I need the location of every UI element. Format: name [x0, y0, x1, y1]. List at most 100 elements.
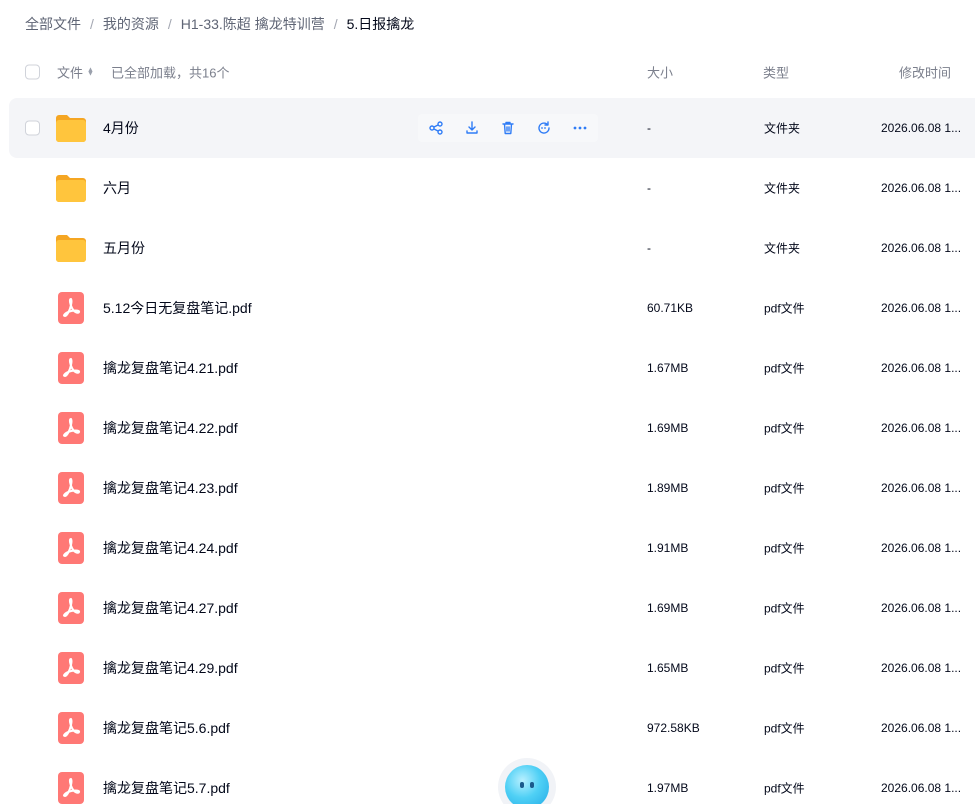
- file-size: 60.71KB: [647, 301, 694, 315]
- pdf-icon: [54, 292, 88, 324]
- file-count-label: 已全部加载，共16个: [111, 65, 230, 81]
- table-row[interactable]: 擒龙复盘笔记4.21.pdf 1.67MB pdf文件 2026.06.08 1...: [0, 338, 975, 398]
- breadcrumb: 全部文件 / 我的资源 / H1-33.陈超 擒龙特训营 / 5.日报擒龙: [25, 14, 414, 34]
- file-name[interactable]: 擒龙复盘笔记4.24.pdf: [103, 538, 238, 558]
- file-type: pdf文件: [764, 781, 805, 796]
- pdf-icon: [54, 712, 88, 744]
- column-name-header[interactable]: 文件 ▲ ▼: [57, 63, 94, 82]
- file-name[interactable]: 五月份: [103, 238, 145, 258]
- file-size: 1.67MB: [647, 361, 689, 375]
- pdf-icon: [54, 412, 88, 444]
- folder-icon: [54, 112, 88, 144]
- share-icon: [428, 120, 444, 136]
- file-modified-time: 2026.06.08 1...: [881, 601, 962, 615]
- file-type: 文件夹: [764, 181, 801, 196]
- select-all-checkbox[interactable]: [25, 64, 40, 80]
- file-list: 4月份 - 文件夹 2026.06.08 1... 六月 - 文件夹 2026.06.08 1…: [0, 98, 975, 804]
- more-button[interactable]: [566, 114, 594, 142]
- file-type: 文件夹: [764, 121, 801, 136]
- table-row[interactable]: 擒龙复盘笔记4.24.pdf 1.91MB pdf文件 2026.06.08 1...: [0, 518, 975, 578]
- file-type: pdf文件: [764, 301, 805, 316]
- file-modified-time: 2026.06.08 1...: [881, 181, 962, 195]
- file-name[interactable]: 擒龙复盘笔记4.22.pdf: [103, 418, 238, 438]
- file-name[interactable]: 擒龙复盘笔记4.23.pdf: [103, 478, 238, 498]
- file-name[interactable]: 擒龙复盘笔记5.6.pdf: [103, 718, 230, 738]
- file-modified-time: 2026.06.08 1...: [881, 781, 962, 795]
- file-size: -: [647, 181, 651, 195]
- folder-icon: [54, 172, 88, 204]
- file-type: pdf文件: [764, 361, 805, 376]
- file-size: -: [647, 241, 651, 255]
- file-size: 1.69MB: [647, 601, 689, 615]
- pdf-icon: [54, 652, 88, 684]
- table-row[interactable]: 五月份 - 文件夹 2026.06.08 1...: [0, 218, 975, 278]
- table-row[interactable]: 六月 - 文件夹 2026.06.08 1...: [0, 158, 975, 218]
- table-row[interactable]: 4月份 - 文件夹 2026.06.08 1...: [9, 98, 975, 158]
- pdf-icon: [54, 472, 88, 504]
- file-modified-time: 2026.06.08 1...: [881, 241, 962, 255]
- file-modified-time: 2026.06.08 1...: [881, 541, 962, 555]
- file-size: 1.65MB: [647, 661, 689, 675]
- file-name[interactable]: 擒龙复盘笔记4.29.pdf: [103, 658, 238, 678]
- table-row[interactable]: 擒龙复盘笔记4.27.pdf 1.69MB pdf文件 2026.06.08 1...: [0, 578, 975, 638]
- file-name[interactable]: 4月份: [103, 118, 139, 138]
- file-modified-time: 2026.06.08 1...: [881, 361, 962, 375]
- ai-chat-button[interactable]: [530, 114, 558, 142]
- file-type: pdf文件: [764, 661, 805, 676]
- file-type: pdf文件: [764, 421, 805, 436]
- file-modified-time: 2026.06.08 1...: [881, 301, 962, 315]
- file-size: 1.89MB: [647, 481, 689, 495]
- file-modified-time: 2026.06.08 1...: [881, 121, 962, 135]
- row-checkbox[interactable]: [25, 120, 40, 136]
- table-row[interactable]: 擒龙复盘笔记4.23.pdf 1.89MB pdf文件 2026.06.08 1...: [0, 458, 975, 518]
- table-row[interactable]: 擒龙复盘笔记5.7.pdf 1.97MB pdf文件 2026.06.08 1...: [0, 758, 975, 804]
- breadcrumb-all-files[interactable]: 全部文件: [25, 14, 81, 34]
- breadcrumb-course-folder[interactable]: H1-33.陈超 擒龙特训营: [181, 14, 325, 34]
- breadcrumb-separator: /: [90, 16, 94, 32]
- table-row[interactable]: 5.12今日无复盘笔记.pdf 60.71KB pdf文件 2026.06.08 1.…: [0, 278, 975, 338]
- file-type: pdf文件: [764, 481, 805, 496]
- pdf-icon: [54, 772, 88, 804]
- download-icon: [464, 120, 480, 136]
- file-size: 972.58KB: [647, 721, 700, 735]
- file-name[interactable]: 5.12今日无复盘笔记.pdf: [103, 298, 252, 318]
- file-type: pdf文件: [764, 721, 805, 736]
- file-type: pdf文件: [764, 601, 805, 616]
- file-name[interactable]: 擒龙复盘笔记5.7.pdf: [103, 778, 230, 798]
- folder-icon: [54, 232, 88, 264]
- share-button[interactable]: [422, 114, 450, 142]
- file-name[interactable]: 擒龙复盘笔记4.27.pdf: [103, 598, 238, 618]
- table-row[interactable]: 擒龙复盘笔记4.22.pdf 1.69MB pdf文件 2026.06.08 1...: [0, 398, 975, 458]
- download-button[interactable]: [458, 114, 486, 142]
- file-modified-time: 2026.06.08 1...: [881, 481, 962, 495]
- file-modified-time: 2026.06.08 1...: [881, 421, 962, 435]
- row-actions: [418, 114, 598, 142]
- column-size-header[interactable]: 大小: [647, 63, 673, 82]
- file-size: 1.91MB: [647, 541, 689, 555]
- ai-chat-icon: [536, 120, 552, 136]
- breadcrumb-separator: /: [167, 16, 172, 32]
- column-time-header[interactable]: 修改时间: [899, 63, 951, 82]
- more-icon: [572, 120, 588, 136]
- sort-icon[interactable]: ▲ ▼: [87, 66, 94, 77]
- file-name[interactable]: 六月: [103, 178, 131, 198]
- assistant-mascot-icon: [505, 765, 549, 804]
- file-type: pdf文件: [764, 541, 805, 556]
- delete-button[interactable]: [494, 114, 522, 142]
- breadcrumb-my-resources[interactable]: 我的资源: [103, 14, 159, 34]
- file-modified-time: 2026.06.08 1...: [881, 661, 962, 675]
- file-type: 文件夹: [764, 241, 801, 256]
- column-name-label: 文件: [57, 65, 84, 81]
- file-size: 1.69MB: [647, 421, 689, 435]
- delete-icon: [500, 120, 516, 136]
- table-row[interactable]: 擒龙复盘笔记4.29.pdf 1.65MB pdf文件 2026.06.08 1...: [0, 638, 975, 698]
- table-header: 文件 ▲ ▼ 已全部加载，共16个 大小 类型 修改时间: [0, 52, 975, 92]
- breadcrumb-current: 5.日报擒龙: [346, 16, 415, 32]
- pdf-icon: [54, 532, 88, 564]
- file-name[interactable]: 擒龙复盘笔记4.21.pdf: [103, 358, 238, 378]
- column-type-header[interactable]: 类型: [763, 63, 789, 82]
- pdf-icon: [54, 592, 88, 624]
- breadcrumb-separator: /: [333, 16, 338, 32]
- table-row[interactable]: 擒龙复盘笔记5.6.pdf 972.58KB pdf文件 2026.06.08 1..…: [0, 698, 975, 758]
- pdf-icon: [54, 352, 88, 384]
